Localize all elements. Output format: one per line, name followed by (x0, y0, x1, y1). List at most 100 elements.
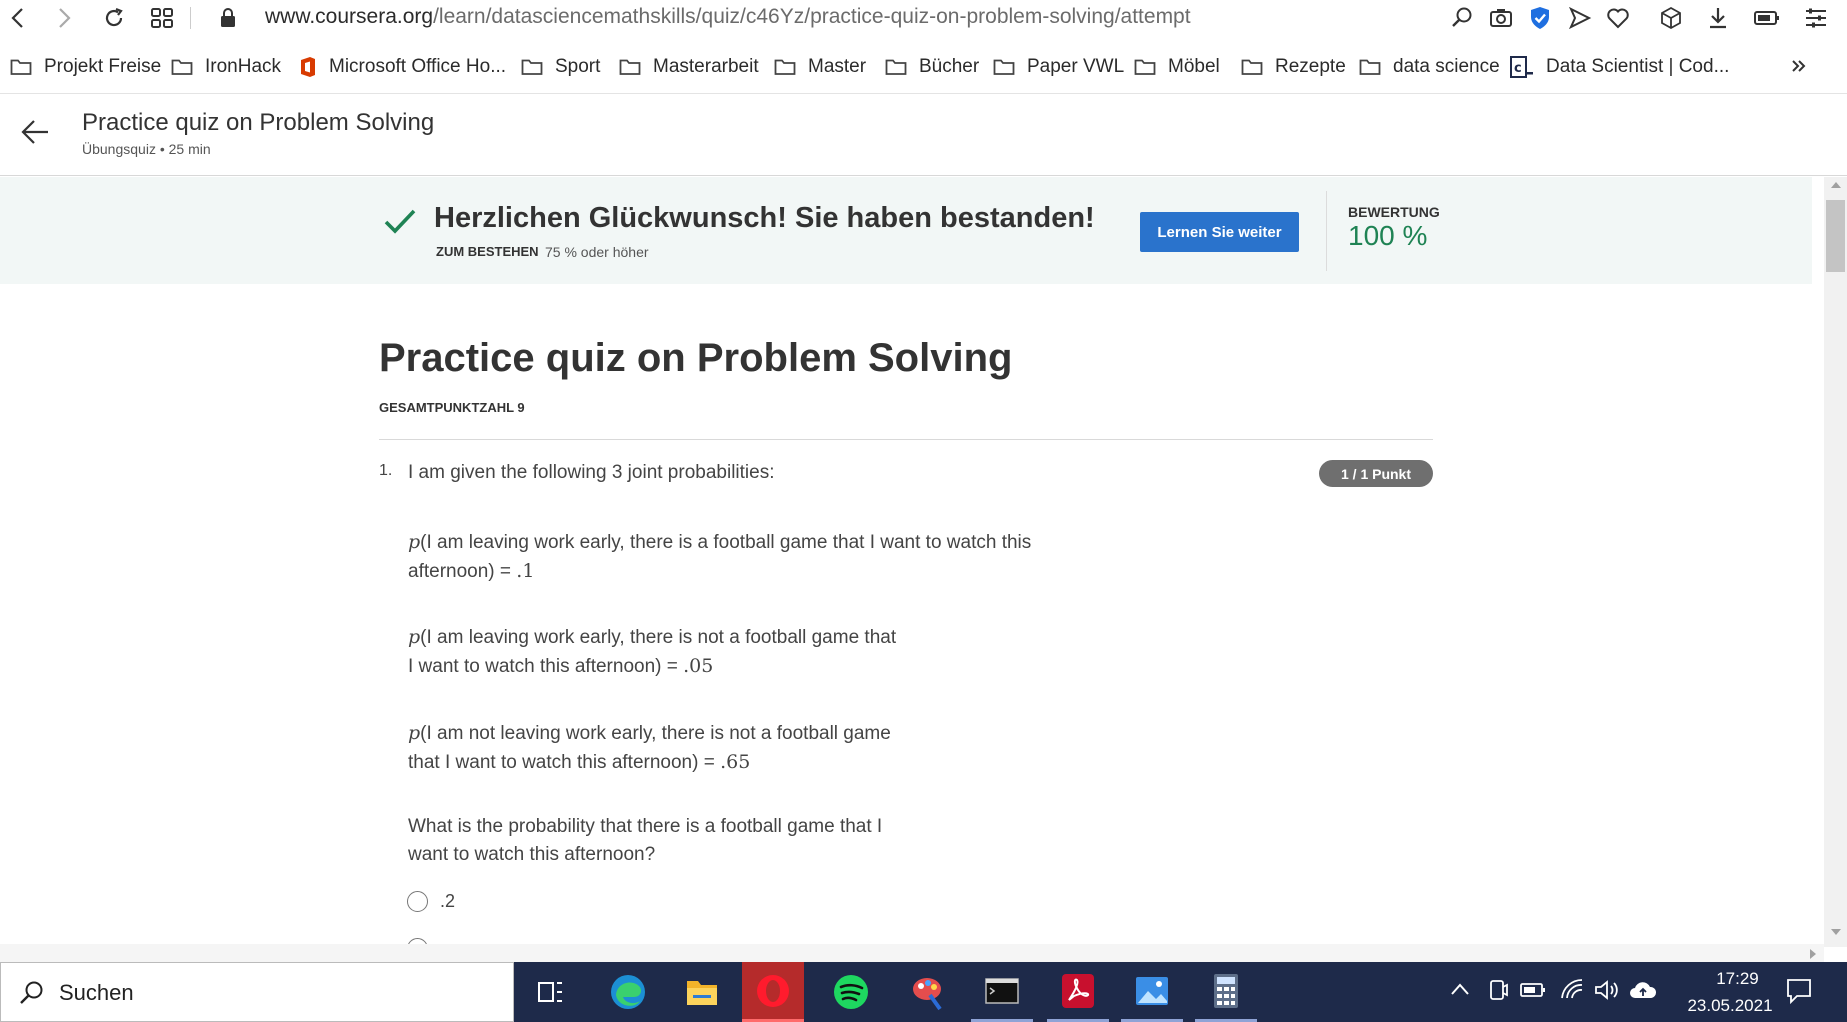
p-symbol: p (408, 722, 421, 744)
grade-divider (1326, 191, 1327, 271)
quiz-title: Practice quiz on Problem Solving (379, 336, 1013, 380)
acrobat-icon[interactable] (1047, 962, 1109, 1022)
lock-icon[interactable] (214, 4, 242, 32)
course-header-subtitle: Übungsquiz • 25 min (82, 141, 211, 157)
wifi-icon[interactable] (1560, 978, 1584, 1000)
pass-threshold-label: ZUM BESTEHEN (436, 244, 539, 259)
battery-tray-icon[interactable] (1520, 982, 1546, 998)
answer-radio-1[interactable] (407, 891, 428, 912)
speed-dial-icon[interactable] (148, 4, 176, 32)
folder-icon (521, 58, 543, 76)
bookmark-data-science[interactable]: data science (1359, 50, 1500, 84)
probability-value: .65 (720, 751, 751, 773)
probability-statement-3: p(I am not leaving work early, there is … (408, 719, 891, 777)
taskbar-search[interactable]: Suchen (0, 962, 514, 1022)
onedrive-cloud-icon[interactable] (1629, 980, 1657, 1000)
chevron-up-icon[interactable] (1450, 982, 1470, 996)
question-number: 1. (379, 462, 393, 479)
bookmark-ironhack[interactable]: IronHack (171, 50, 281, 84)
grade-label: BEWERTUNG (1348, 204, 1440, 220)
search-icon (19, 980, 45, 1006)
folder-icon (10, 58, 32, 76)
opera-icon[interactable] (742, 962, 804, 1022)
folder-icon (993, 58, 1015, 76)
question-prompt-line: want to watch this afternoon? (408, 844, 656, 865)
easy-setup-icon[interactable] (1802, 4, 1830, 32)
bookmark-label: Master (808, 56, 867, 77)
reload-icon[interactable] (100, 4, 128, 32)
horizontal-scrollbar[interactable] (0, 944, 1824, 962)
notification-center-icon[interactable] (1785, 977, 1813, 1005)
probability-text: I want to watch this afternoon) = (408, 656, 684, 677)
bookmark-label: Projekt Freise (44, 56, 162, 77)
probability-statement-1: p(I am leaving work early, there is a fo… (408, 528, 1031, 586)
bookmark-moebel[interactable]: Möbel (1134, 50, 1220, 84)
question-score-badge: 1 / 1 Punkt (1319, 460, 1433, 487)
continue-learning-button[interactable]: Lernen Sie weiter (1140, 212, 1299, 252)
bookmark-master[interactable]: Master (774, 50, 866, 84)
bookmark-microsoft-office[interactable]: Microsoft Office Ho... (299, 50, 506, 84)
scroll-up-icon[interactable] (1831, 182, 1841, 188)
bookmark-label: Rezepte (1275, 56, 1346, 77)
file-explorer-icon[interactable] (671, 962, 733, 1022)
check-icon (383, 207, 417, 235)
bookmark-rezepte[interactable]: Rezepte (1241, 50, 1346, 84)
probability-text: (I am not leaving work early, there is n… (420, 723, 891, 744)
calculator-icon[interactable] (1195, 962, 1257, 1022)
codecademy-icon: c (1510, 56, 1534, 78)
svg-text:c: c (1514, 61, 1522, 76)
bookmark-sport[interactable]: Sport (521, 50, 600, 84)
extension-cube-icon[interactable] (1657, 4, 1685, 32)
folder-icon (1134, 58, 1156, 76)
volume-icon[interactable] (1594, 979, 1620, 1001)
taskbar-search-placeholder: Suchen (59, 980, 134, 1005)
p-symbol: p (408, 626, 421, 648)
scrollbar-thumb[interactable] (1826, 200, 1845, 272)
scroll-right-icon[interactable] (1810, 949, 1816, 959)
send-icon[interactable] (1566, 4, 1594, 32)
bookmark-data-scientist[interactable]: c Data Scientist | Cod... (1510, 50, 1729, 84)
folder-icon (774, 58, 796, 76)
bookmark-label: IronHack (205, 56, 282, 77)
question-prompt-line: What is the probability that there is a … (408, 816, 883, 837)
adblock-shield-icon[interactable] (1526, 4, 1554, 32)
taskbar-date[interactable]: 23.05.2021 (1670, 996, 1790, 1016)
folder-icon (1241, 58, 1263, 76)
photos-icon[interactable] (1121, 962, 1183, 1022)
bookmarks-overflow-icon[interactable] (1790, 56, 1808, 76)
probability-text: that I want to watch this afternoon) = (408, 752, 721, 773)
probability-text: (I am leaving work early, there is a foo… (420, 532, 1032, 553)
spotify-icon[interactable] (820, 962, 882, 1022)
task-view-icon[interactable] (520, 962, 582, 1022)
terminal-icon[interactable] (971, 962, 1033, 1022)
bookmark-masterarbeit[interactable]: Masterarbeit (619, 50, 759, 84)
camera-icon[interactable] (1487, 4, 1515, 32)
paint-icon[interactable] (898, 962, 960, 1022)
bookmark-buecher[interactable]: Bücher (885, 50, 979, 84)
download-icon[interactable] (1704, 4, 1732, 32)
bookmark-label: Paper VWL (1027, 56, 1125, 77)
scroll-down-icon[interactable] (1831, 929, 1841, 935)
back-arrow-icon[interactable] (20, 118, 50, 146)
folder-icon (171, 58, 193, 76)
forward-icon[interactable] (50, 4, 78, 32)
address-bar[interactable]: www.coursera.org/learn/datasciencemathsk… (265, 5, 1191, 29)
question-intro: I am given the following 3 joint probabi… (408, 462, 775, 483)
bookmark-paper-vwl[interactable]: Paper VWL (993, 50, 1124, 84)
probability-value: .05 (683, 655, 714, 677)
bookmark-label: Microsoft Office Ho... (329, 56, 507, 77)
course-header: Practice quiz on Problem Solving Übungsq… (0, 94, 1847, 176)
meet-now-icon[interactable] (1487, 979, 1509, 1001)
page-scrollbar[interactable] (1824, 177, 1847, 947)
probability-statement-2: p(I am leaving work early, there is not … (408, 623, 896, 681)
back-icon[interactable] (4, 4, 32, 32)
office-icon (299, 56, 317, 78)
edge-icon[interactable] (597, 962, 659, 1022)
course-header-title: Practice quiz on Problem Solving (82, 109, 435, 136)
search-page-icon[interactable] (1448, 4, 1476, 32)
bookmark-projekt-freise[interactable]: Projekt Freise (10, 50, 161, 84)
probability-text: (I am leaving work early, there is not a… (420, 627, 897, 648)
taskbar-time[interactable]: 17:29 (1690, 969, 1785, 989)
url-host: www.coursera.org (265, 5, 434, 28)
heart-icon[interactable] (1604, 4, 1632, 32)
